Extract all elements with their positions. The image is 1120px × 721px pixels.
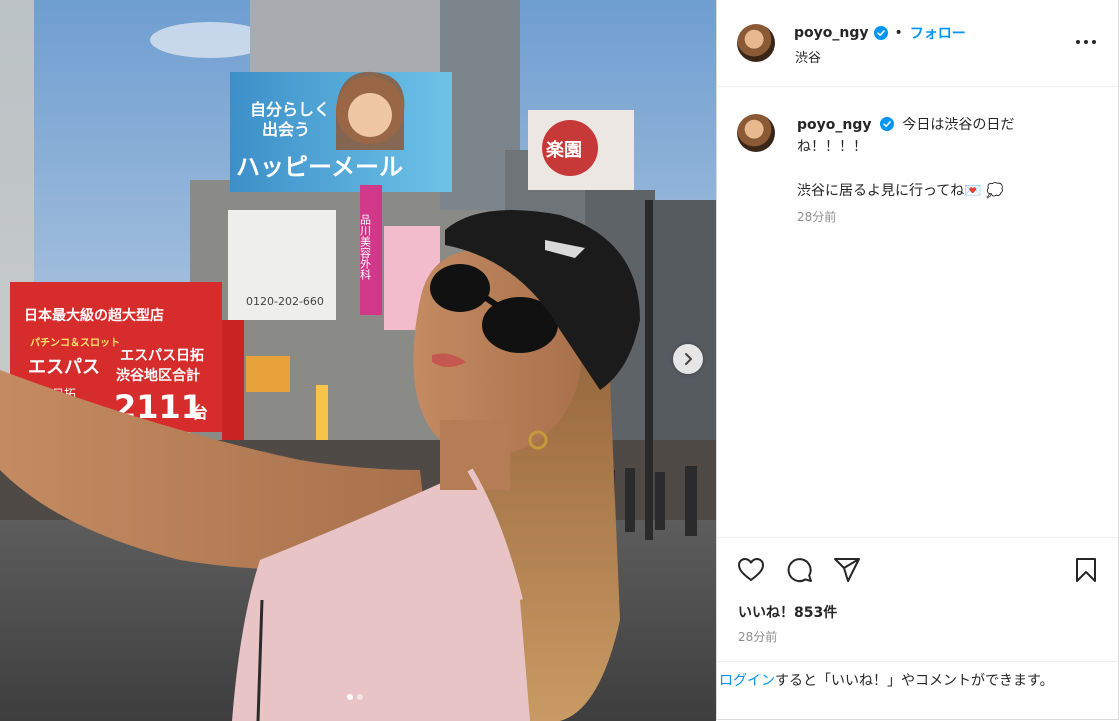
login-prompt: ログインすると「いいね！」やコメントができます。 [717, 661, 1118, 721]
header-username[interactable]: poyo_ngy [794, 25, 869, 41]
caption-section: poyo_ngy 今日は渋谷の日だね！！！！ 渋谷に居るよ見に行ってね💌 💭 2… [717, 86, 1118, 536]
svg-text:エスパス日拓: エスパス日拓 [120, 347, 204, 364]
post-side-panel: poyo_ngy • フォロー 渋谷 poyo_ngy 今日は渋谷の日だね！！！… [716, 0, 1119, 720]
slide-dot [357, 694, 363, 700]
caption-username[interactable]: poyo_ngy [797, 117, 872, 133]
svg-text:パチンコ＆スロット: パチンコ＆スロット [30, 337, 120, 349]
bookmark-icon[interactable] [1072, 556, 1100, 584]
svg-text:台: 台 [192, 403, 208, 422]
separator-dot: • [894, 25, 903, 41]
caption-text: poyo_ngy 今日は渋谷の日だね！！！！ 渋谷に居るよ見に行ってね💌 💭 [797, 114, 1057, 202]
follow-button[interactable]: フォロー [910, 23, 966, 43]
svg-text:0120-202-660: 0120-202-660 [246, 295, 324, 308]
like-count[interactable]: いいね！853件 [738, 602, 837, 622]
more-options-icon[interactable] [1074, 30, 1098, 54]
svg-text:日本最大級の超大型店: 日本最大級の超大型店 [24, 307, 164, 324]
login-link[interactable]: ログイン [719, 673, 775, 689]
avatar[interactable] [737, 24, 775, 62]
login-prompt-text: ログインすると「いいね！」やコメントができます。 [719, 670, 1109, 692]
header-user-row: poyo_ngy • フォロー [794, 23, 966, 43]
svg-text:渋谷地区合計: 渋谷地区合計 [116, 367, 200, 384]
share-icon[interactable] [833, 556, 861, 584]
location-link[interactable]: 渋谷 [795, 47, 821, 66]
caption-body-2: 渋谷に居るよ見に行ってね💌 💭 [797, 183, 1004, 199]
svg-text:楽園: 楽園 [546, 139, 582, 161]
svg-text:自分らしく: 自分らしく [250, 100, 330, 119]
svg-text:ハッピーメール: ハッピーメール [236, 153, 403, 181]
verified-badge-icon [879, 117, 894, 131]
login-prompt-rest: すると「いいね！」やコメントができます。 [775, 673, 1054, 689]
chevron-right-icon [685, 353, 692, 365]
caption-avatar[interactable] [737, 114, 775, 152]
post-photo[interactable]: 自分らしく 出会う ハッピーメール 楽園 0120-202-660 品川美容外科… [0, 0, 716, 721]
street-scene-image: 自分らしく 出会う ハッピーメール 楽園 0120-202-660 品川美容外科… [0, 0, 716, 721]
svg-text:エスパス: エスパス [28, 357, 100, 378]
heart-icon[interactable] [737, 556, 765, 584]
comment-icon[interactable] [785, 556, 813, 584]
slide-dot-active [347, 694, 353, 700]
svg-text:出会う: 出会う [262, 120, 310, 139]
svg-text:品川美容外科: 品川美容外科 [359, 214, 372, 280]
slide-indicator [347, 694, 363, 700]
verified-badge-icon [873, 26, 888, 40]
action-bar: いいね！853件 28分前 [717, 537, 1118, 662]
post-header: poyo_ngy • フォロー 渋谷 [717, 0, 1118, 87]
caption-timestamp: 28分前 [797, 210, 837, 224]
caption-line-1: poyo_ngy 今日は渋谷の日だね！！！！ [797, 114, 1057, 158]
post-timestamp: 28分前 [738, 630, 778, 644]
next-slide-button[interactable] [673, 344, 703, 374]
